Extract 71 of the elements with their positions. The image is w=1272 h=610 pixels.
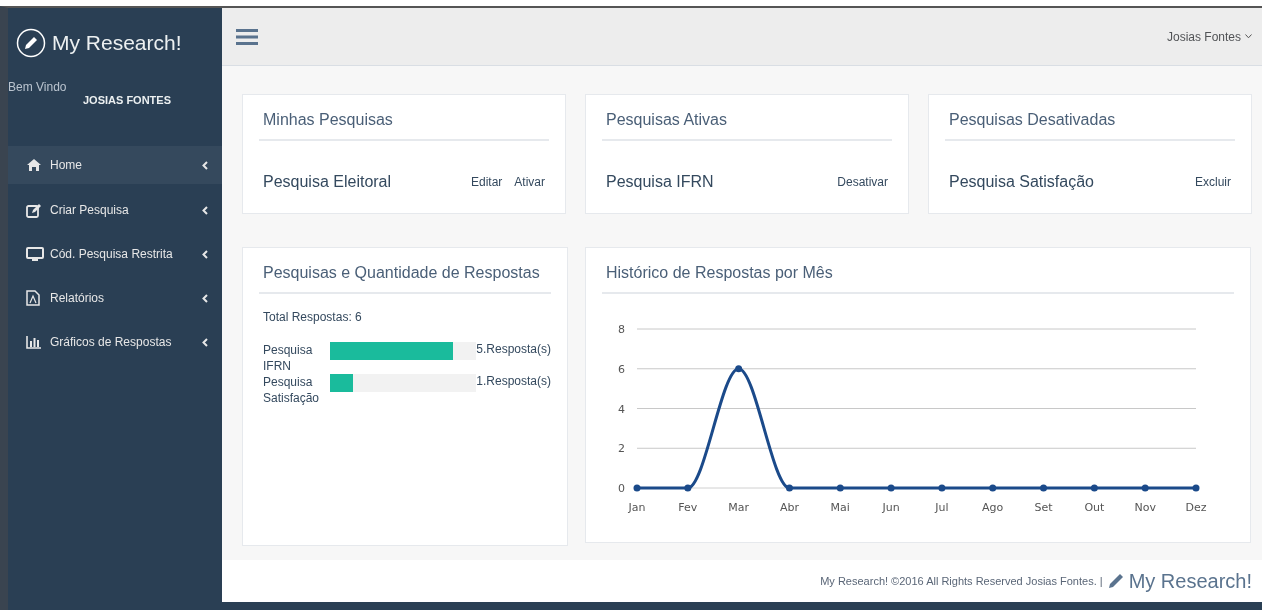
action-link[interactable]: Desativar (837, 175, 888, 189)
data-point (1040, 484, 1048, 492)
x-tick-label: Fev (678, 501, 698, 514)
data-point (785, 484, 793, 492)
footer-brand: My Research! (1128, 569, 1252, 593)
data-point (1192, 484, 1200, 492)
welcome-user: JOSIAS FONTES (83, 94, 173, 106)
data-point (1141, 484, 1149, 492)
card-title: Pesquisas Desativadas (945, 95, 1235, 141)
card-title: Histórico de Respostas por Mês (602, 248, 1234, 294)
data-point (887, 484, 895, 492)
x-tick-label: Abr (779, 501, 799, 514)
data-point (1090, 484, 1098, 492)
bar-chart-icon (26, 335, 42, 349)
response-count: 5.Resposta(s) (476, 342, 551, 356)
caret-down-icon (1245, 34, 1252, 39)
x-tick-label: Mai (830, 501, 850, 514)
footer-text: My Research! ©2016 All Rights Reserved Josias Fontes. | (820, 575, 1103, 587)
sidebar-item[interactable]: Home (8, 146, 222, 184)
data-point (684, 484, 692, 492)
x-tick-label: Jul (935, 501, 949, 514)
x-tick-label: Nov (1134, 501, 1156, 514)
action-link[interactable]: Editar (470, 175, 503, 189)
card-title: Pesquisas e Quantidade de Respostas (259, 248, 551, 294)
x-tick-label: Out (1084, 501, 1105, 514)
y-tick-label: 4 (618, 402, 625, 416)
data-point (989, 484, 997, 492)
survey-name: Pesquisa Eleitoral (263, 173, 392, 191)
chevron-left-icon (202, 293, 208, 303)
edit-icon (26, 202, 42, 218)
chevron-left-icon (202, 160, 208, 170)
y-tick-label: 2 (618, 442, 625, 456)
sidebar-item[interactable]: Cód. Pesquisa Restrita (8, 232, 222, 276)
x-tick-label: Mar (728, 501, 749, 514)
y-tick-label: 0 (618, 482, 625, 495)
pencil-icon (1106, 572, 1125, 590)
sidebar-item[interactable]: Gráficos de Respostas (8, 320, 222, 364)
welcome-greeting: Bem Vindo (8, 80, 68, 94)
x-tick-label: Set (1034, 501, 1053, 514)
x-tick-label: Ago (982, 501, 1004, 514)
survey-label: Pesquisa IFRN (263, 342, 314, 374)
x-tick-label: Jun (882, 501, 900, 514)
chevron-left-icon (202, 205, 208, 215)
x-tick-label: Dez (1185, 501, 1207, 514)
data-point (735, 365, 743, 373)
sidebar-item[interactable]: Relatórios (8, 276, 222, 320)
action-link[interactable]: Ativar (514, 175, 545, 189)
x-tick-label: Jan (628, 501, 646, 514)
card-title: Minhas Pesquisas (259, 95, 549, 141)
survey-name: Pesquisa IFRN (606, 173, 714, 191)
monitor-icon (26, 246, 44, 262)
y-tick-label: 8 (618, 323, 625, 336)
chevron-left-icon (202, 249, 208, 259)
data-point (633, 484, 641, 492)
response-count: 1.Resposta(s) (476, 374, 551, 388)
data-point (938, 484, 946, 492)
pencil-circle-icon (16, 28, 46, 58)
home-icon (26, 158, 42, 172)
action-link[interactable]: Excluir (1195, 175, 1231, 189)
survey-name: Pesquisa Satisfação (949, 173, 1094, 191)
chevron-left-icon (202, 337, 208, 347)
brand-title: My Research! (52, 31, 182, 55)
pdf-file-icon (26, 290, 40, 306)
data-point (836, 484, 844, 492)
y-tick-label: 6 (618, 362, 625, 376)
total-responses: Total Respostas: 6 (262, 309, 363, 326)
card-title: Pesquisas Ativas (602, 95, 892, 141)
user-menu[interactable]: Josias Fontes (1166, 29, 1252, 44)
survey-label: Pesquisa Satisfação (263, 374, 321, 406)
sidebar-item[interactable]: Criar Pesquisa (8, 188, 222, 232)
menu-icon[interactable] (236, 27, 258, 46)
